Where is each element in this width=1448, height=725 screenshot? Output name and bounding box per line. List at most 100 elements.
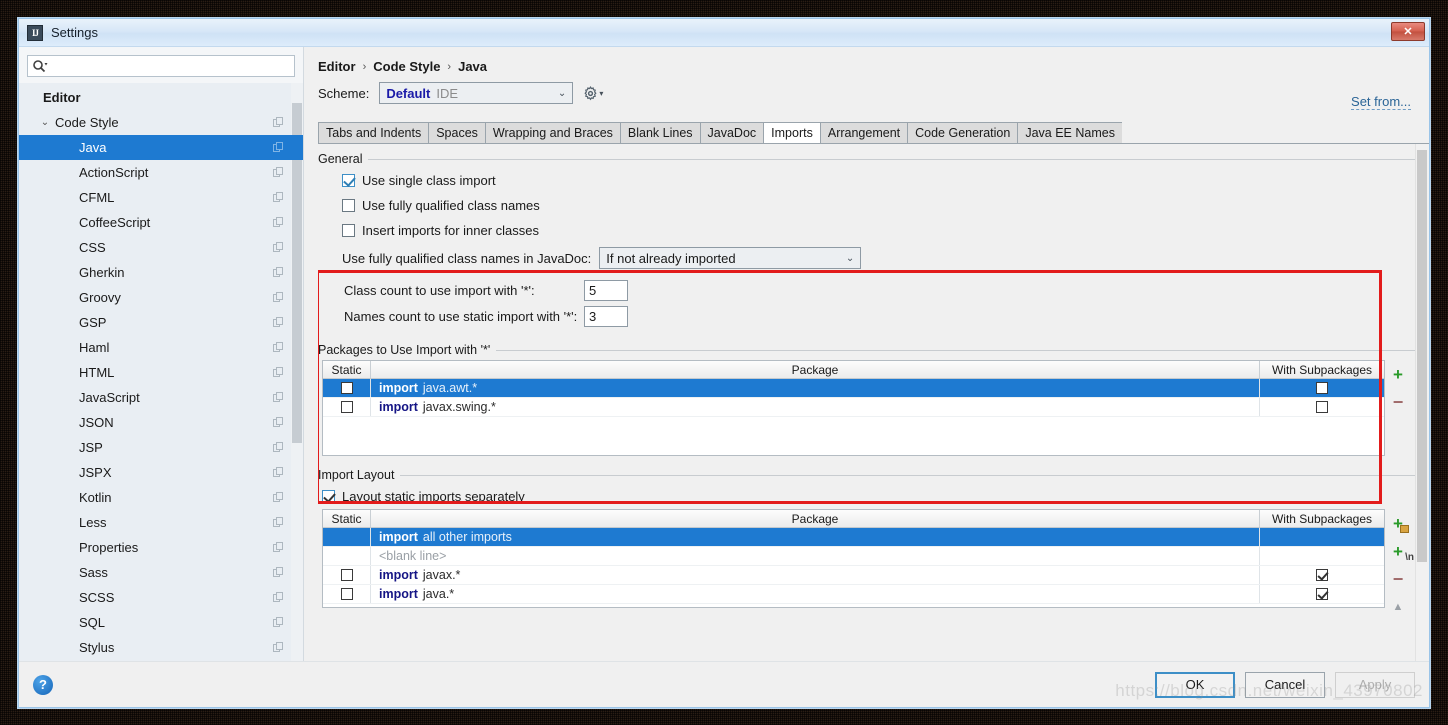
sidebar-item-gherkin[interactable]: Gherkin (19, 260, 303, 285)
add-package-button[interactable]: + (1388, 364, 1408, 384)
copy-scheme-icon[interactable] (273, 591, 285, 604)
table-row[interactable]: import javax.swing.* (323, 398, 1384, 417)
tab-java-ee-names[interactable]: Java EE Names (1017, 122, 1122, 143)
table-row[interactable]: import javax.* (323, 566, 1384, 585)
sidebar-item-html[interactable]: HTML (19, 360, 303, 385)
javadoc-fq-select[interactable]: If not already imported ⌄ (599, 247, 862, 269)
add-blank-line-button[interactable]: + \n (1388, 541, 1414, 563)
copy-scheme-icon[interactable] (273, 616, 285, 629)
copy-scheme-icon[interactable] (273, 216, 285, 229)
sidebar-item-actionscript[interactable]: ActionScript (19, 160, 303, 185)
sidebar-item-gsp[interactable]: GSP (19, 310, 303, 335)
copy-scheme-icon[interactable] (273, 641, 285, 654)
copy-scheme-icon[interactable] (273, 416, 285, 429)
static-checkbox[interactable] (340, 588, 353, 600)
copy-scheme-icon[interactable] (273, 466, 285, 479)
copy-scheme-icon[interactable] (273, 441, 285, 454)
table-row[interactable]: import java.* (323, 585, 1384, 604)
tab-spaces[interactable]: Spaces (428, 122, 485, 143)
tab-imports[interactable]: Imports (763, 122, 821, 143)
breadcrumb-item[interactable]: Java (458, 59, 487, 74)
scheme-select[interactable]: Default IDE ⌄ (379, 82, 574, 104)
static-checkbox[interactable] (340, 569, 353, 581)
ok-button[interactable]: OK (1155, 671, 1235, 698)
add-package-entry-button[interactable]: + (1388, 513, 1409, 533)
sidebar-item-code-style[interactable]: ⌄ Code Style (19, 110, 303, 135)
sidebar-item-properties[interactable]: Properties (19, 535, 303, 560)
names-count-input[interactable] (584, 305, 628, 327)
table-row[interactable]: import all other imports (323, 528, 1384, 547)
copy-scheme-icon[interactable] (273, 516, 285, 529)
search-box[interactable] (27, 55, 295, 77)
copy-scheme-icon[interactable] (273, 241, 285, 254)
general-checkbox-row[interactable]: Use single class import (318, 168, 1429, 193)
settings-tree[interactable]: Editor ⌄ Code Style Java ActionScript CFML Cof… (19, 83, 303, 661)
class-count-input[interactable] (584, 279, 628, 301)
tab-arrangement[interactable]: Arrangement (820, 122, 908, 143)
panel-scrollbar-thumb[interactable] (1417, 150, 1427, 562)
subpackages-checkbox[interactable] (1316, 382, 1328, 394)
sidebar-item-sql[interactable]: SQL (19, 610, 303, 635)
tab-wrapping-and-braces[interactable]: Wrapping and Braces (484, 122, 620, 143)
copy-scheme-icon[interactable] (273, 541, 285, 554)
breadcrumb-item[interactable]: Code Style (373, 59, 440, 74)
import-layout-table[interactable]: Static Package With Subpackages import al… (322, 509, 1385, 608)
remove-package-button[interactable]: − (1388, 392, 1408, 412)
layout-static-row[interactable]: Layout static imports separately (318, 484, 1429, 509)
checkbox-use-fully-qualified-class-names[interactable] (342, 199, 355, 212)
static-checkbox[interactable] (340, 382, 353, 394)
table-row[interactable]: import java.awt.* (323, 379, 1384, 398)
cancel-button[interactable]: Cancel (1245, 671, 1325, 698)
subpackages-checkbox[interactable] (1316, 588, 1328, 600)
copy-scheme-icon[interactable] (273, 491, 285, 504)
chevron-down-icon[interactable]: ⌄ (39, 117, 51, 128)
sidebar-item-java[interactable]: Java (19, 135, 303, 160)
copy-scheme-icon[interactable] (273, 341, 285, 354)
sidebar-item-css[interactable]: CSS (19, 235, 303, 260)
general-checkbox-row[interactable]: Insert imports for inner classes (318, 218, 1429, 243)
sidebar-item-javascript[interactable]: JavaScript (19, 385, 303, 410)
sidebar-item-jspx[interactable]: JSPX (19, 460, 303, 485)
sidebar-item-groovy[interactable]: Groovy (19, 285, 303, 310)
copy-scheme-icon[interactable] (273, 191, 285, 204)
static-checkbox[interactable] (340, 401, 353, 413)
packages-table[interactable]: Static Package With Subpackages import ja… (322, 360, 1385, 456)
panel-scrollbar-track[interactable] (1415, 144, 1429, 661)
copy-scheme-icon[interactable] (273, 366, 285, 379)
sidebar-item-jsp[interactable]: JSP (19, 435, 303, 460)
sidebar-item-sass[interactable]: Sass (19, 560, 303, 585)
sidebar-item-cfml[interactable]: CFML (19, 185, 303, 210)
tab-blank-lines[interactable]: Blank Lines (619, 122, 700, 143)
checkbox-use-single-class-import[interactable] (342, 174, 355, 187)
sidebar-item-scss[interactable]: SCSS (19, 585, 303, 610)
layout-static-checkbox[interactable] (322, 490, 335, 503)
copy-scheme-icon[interactable] (273, 566, 285, 579)
sidebar-item-coffeescript[interactable]: CoffeeScript (19, 210, 303, 235)
sidebar-item-less[interactable]: Less (19, 510, 303, 535)
tab-tabs-and-indents[interactable]: Tabs and Indents (318, 122, 429, 143)
gear-icon[interactable]: ▾ (583, 85, 603, 101)
checkbox-insert-imports-for-inner-classes[interactable] (342, 224, 355, 237)
sidebar-item-editor[interactable]: Editor (19, 85, 303, 110)
sidebar-item-stylus[interactable]: Stylus (19, 635, 303, 660)
help-icon[interactable]: ? (33, 674, 53, 695)
apply-button[interactable]: Apply (1335, 671, 1415, 698)
sidebar-item-json[interactable]: JSON (19, 410, 303, 435)
copy-scheme-icon[interactable] (273, 316, 285, 329)
subpackages-checkbox[interactable] (1316, 401, 1328, 413)
close-icon[interactable]: ✕ (1391, 22, 1425, 41)
tab-javadoc[interactable]: JavaDoc (699, 122, 764, 143)
general-checkbox-row[interactable]: Use fully qualified class names (318, 193, 1429, 218)
remove-entry-button[interactable]: − (1388, 569, 1408, 589)
search-input[interactable] (48, 58, 290, 74)
tab-code-generation[interactable]: Code Generation (907, 122, 1018, 143)
copy-scheme-icon[interactable] (273, 266, 285, 279)
copy-scheme-icon[interactable] (273, 166, 285, 179)
copy-scheme-icon[interactable] (273, 141, 285, 154)
sidebar-item-haml[interactable]: Haml (19, 335, 303, 360)
subpackages-checkbox[interactable] (1316, 569, 1328, 581)
copy-scheme-icon[interactable] (273, 116, 285, 129)
move-up-button[interactable]: ▲ (1388, 597, 1408, 617)
set-from-link[interactable]: Set from... (1351, 94, 1411, 110)
breadcrumb-item[interactable]: Editor (318, 59, 356, 74)
